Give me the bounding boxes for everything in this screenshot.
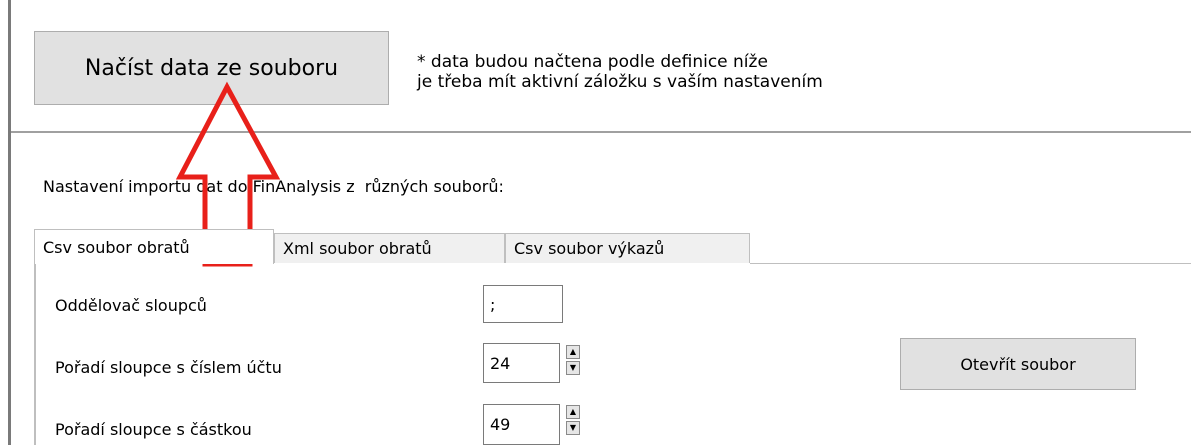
account-column-input[interactable] xyxy=(483,343,560,383)
stepper-up-icon[interactable]: ▲ xyxy=(566,345,580,359)
divider xyxy=(11,131,1191,133)
note-line-1: * data budou načtena podle definice níže xyxy=(417,52,768,72)
settings-title: Nastavení importu dat do FinAnalysis z r… xyxy=(43,177,504,196)
amount-column-stepper[interactable]: ▲ ▼ xyxy=(566,405,580,435)
load-data-button[interactable]: Načíst data ze souboru xyxy=(34,31,389,105)
tab-panel-left-border xyxy=(34,263,36,445)
stepper-down-icon[interactable]: ▼ xyxy=(566,421,580,435)
tab-csv-statements[interactable]: Csv soubor výkazů xyxy=(505,233,750,263)
amount-column-input[interactable] xyxy=(483,404,560,445)
note-line-2: je třeba mít aktivní záložku s vaším nas… xyxy=(417,72,823,92)
separator-input[interactable] xyxy=(483,285,563,323)
tab-baseline xyxy=(750,263,1191,264)
separator-label: Oddělovač sloupců xyxy=(55,296,207,315)
stepper-down-icon[interactable]: ▼ xyxy=(566,361,580,375)
account-column-stepper[interactable]: ▲ ▼ xyxy=(566,345,580,375)
note-text: * data budou načtena podle definice níže… xyxy=(417,52,823,92)
left-border xyxy=(8,0,11,445)
tab-csv-turnover[interactable]: Csv soubor obratů xyxy=(34,229,274,264)
tab-xml-turnover[interactable]: Xml soubor obratů xyxy=(274,233,505,263)
amount-column-label: Pořadí sloupce s částkou xyxy=(55,420,252,439)
open-file-button[interactable]: Otevřít soubor xyxy=(900,338,1136,390)
account-column-label: Pořadí sloupce s číslem účtu xyxy=(55,358,282,377)
stepper-up-icon[interactable]: ▲ xyxy=(566,405,580,419)
